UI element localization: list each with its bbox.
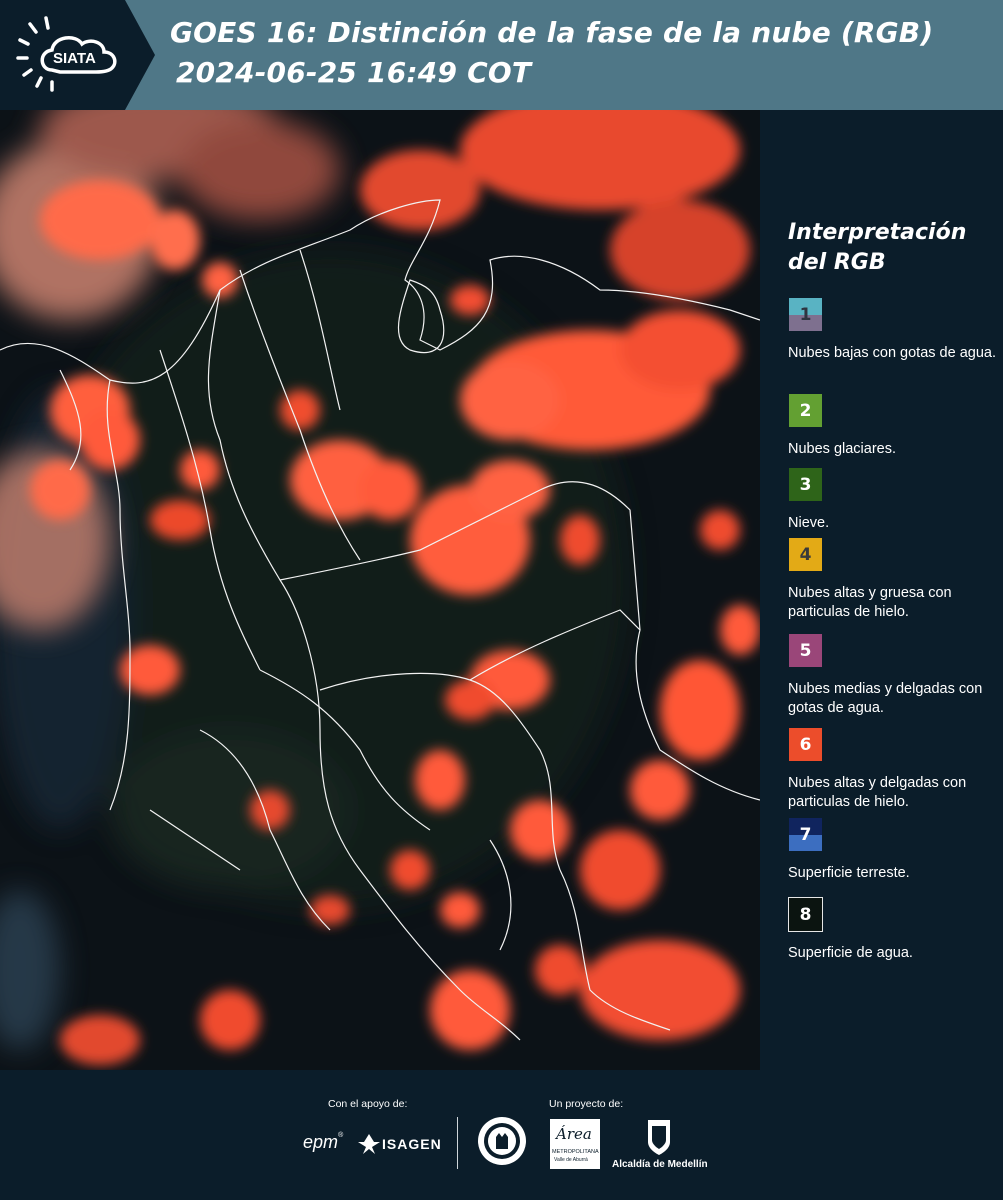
legend-number: 6 <box>799 734 812 755</box>
legend-item: 7 Superficie terreste. <box>788 817 1000 883</box>
legend-description: Superficie de agua. <box>788 945 913 961</box>
legend-description: Nubes altas y delgadas con particulas de… <box>788 775 967 810</box>
alcaldia-shield-icon <box>648 1120 670 1155</box>
legend-swatch: 7 <box>788 817 823 852</box>
legend-number: 1 <box>799 304 812 325</box>
legend-swatch: 4 <box>788 537 823 572</box>
area-logo-sub2: Valle de Aburrá <box>554 1157 588 1163</box>
legend-number: 2 <box>799 400 812 421</box>
page-timestamp: 2024-06-25 16:49 COT <box>176 56 532 89</box>
legend-panel: Interpretación del RGB 1 Nubes bajas con … <box>760 110 1003 1070</box>
legend-number: 3 <box>799 474 812 495</box>
legend-description: Nieve. <box>788 515 830 531</box>
epm-logo-text: epm <box>303 1132 339 1152</box>
legend-item: 3 Nieve. <box>788 467 1000 533</box>
gobernacion-seal-icon <box>478 1117 526 1165</box>
svg-text:SIATA: SIATA <box>53 50 96 67</box>
legend-title-line2: del RGB <box>788 250 886 275</box>
legend-swatch: 2 <box>788 393 823 428</box>
isagen-logo-text: ISAGEN <box>382 1136 442 1152</box>
legend-number: 5 <box>799 640 812 661</box>
legend-swatch: 1 <box>788 297 823 332</box>
legend-number: 4 <box>799 544 812 565</box>
legend-swatch: 3 <box>788 467 823 502</box>
legend-number: 8 <box>799 904 812 925</box>
legend-item: 4 Nubes altas y gruesa con particulas de … <box>788 537 1000 622</box>
siata-logo: SIATA <box>0 0 160 110</box>
area-logo-sub: METROPOLITANA <box>552 1149 599 1155</box>
legend-item: 6 Nubes altas y delgadas con particulas d… <box>788 727 1000 812</box>
page-title: GOES 16: Distinción de la fase de la nub… <box>170 16 934 49</box>
legend-item: 8 Superficie de agua. <box>788 897 1000 963</box>
legend-swatch: 8 <box>788 897 823 932</box>
support-label: Con el apoyo de: <box>328 1098 408 1110</box>
footer-bar: Con el apoyo de: Un proyecto de: epm® IS… <box>0 1070 1003 1200</box>
legend-description: Nubes medias y delgadas con gotas de agu… <box>788 681 983 716</box>
area-logo-text: Área <box>556 1125 592 1143</box>
siata-logo-icon: SIATA <box>0 0 155 110</box>
legend-swatch: 5 <box>788 633 823 668</box>
legend-description: Nubes glaciares. <box>788 441 896 457</box>
legend-item: 5 Nubes medias y delgadas con gotas de ag… <box>788 633 1000 718</box>
legend-title: Interpretación del RGB <box>788 218 998 278</box>
project-label: Un proyecto de: <box>549 1098 624 1110</box>
header-bar: SIATA GOES 16: Distinción de la fase de … <box>0 0 1003 110</box>
legend-item: 1 Nubes bajas con gotas de agua. <box>788 297 1000 363</box>
epm-logo: epm® <box>303 1132 344 1152</box>
legend-description: Nubes altas y gruesa con particulas de h… <box>788 585 952 620</box>
legend-number: 7 <box>799 824 812 845</box>
isagen-icon <box>358 1134 380 1154</box>
footer-divider <box>457 1117 458 1169</box>
legend-description: Superficie terreste. <box>788 865 910 881</box>
area-metropolitana-logo: Área METROPOLITANA Valle de Aburrá <box>550 1119 600 1169</box>
satellite-image <box>0 110 760 1070</box>
legend-swatch: 6 <box>788 727 823 762</box>
satellite-rgb-map <box>0 110 760 1070</box>
legend-description: Nubes bajas con gotas de agua. <box>788 345 996 361</box>
alcaldia-logo-text: Alcaldía de Medellín <box>612 1159 708 1170</box>
legend-item: 2 Nubes glaciares. <box>788 393 1000 459</box>
legend-title-line1: Interpretación <box>788 220 967 245</box>
